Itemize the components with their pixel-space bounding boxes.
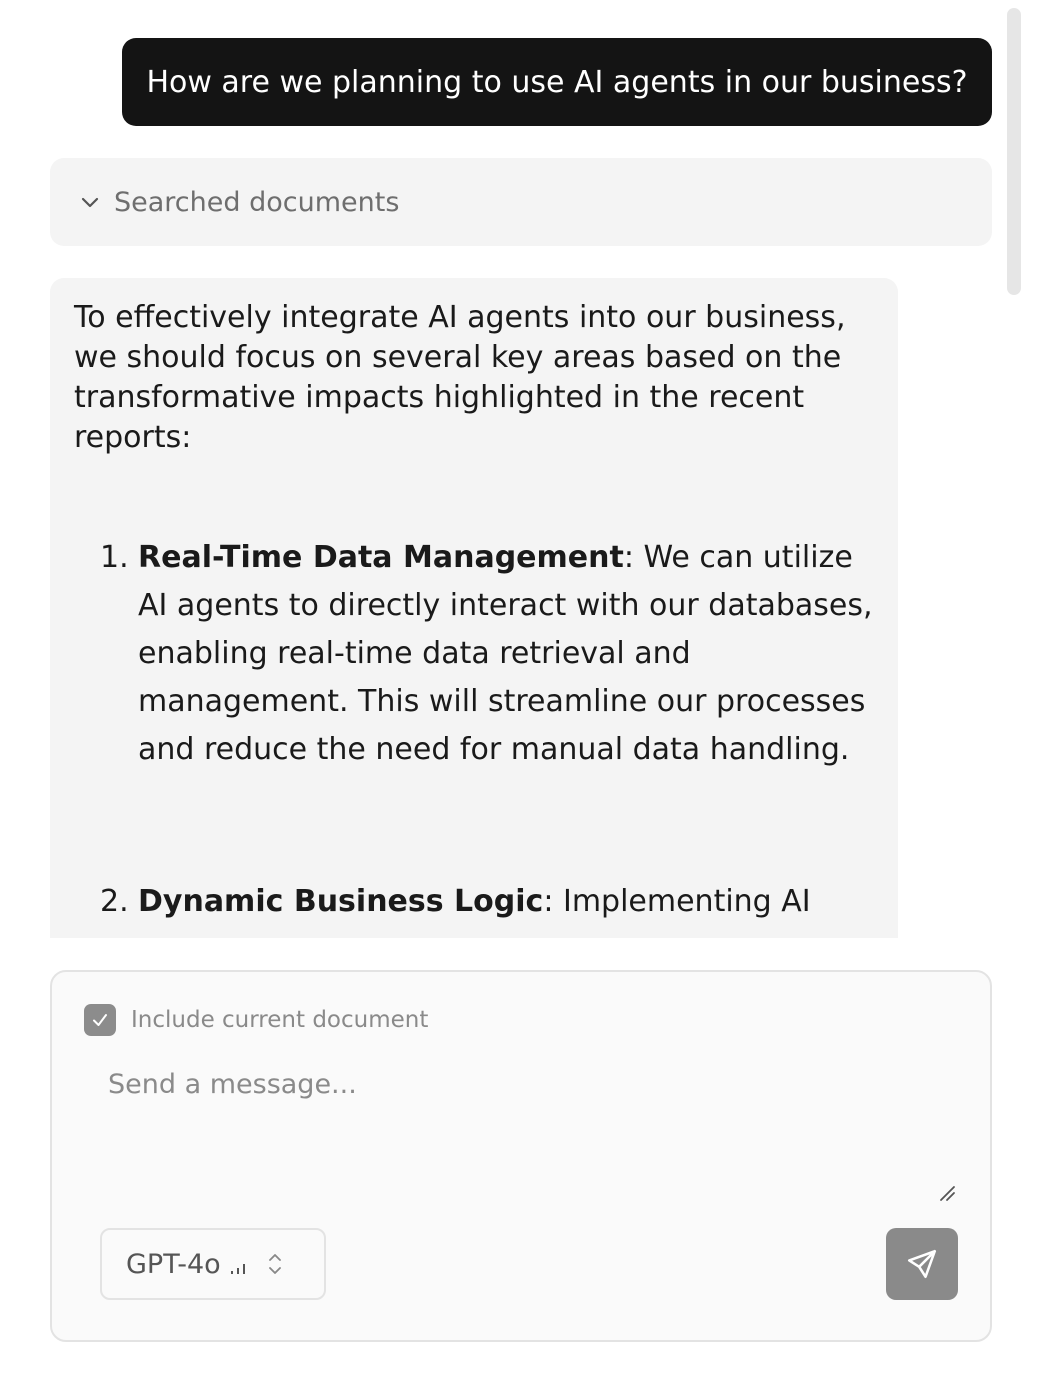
signal-bars-icon: [230, 1264, 245, 1274]
chevron-down-icon: [81, 197, 99, 208]
chevron-up-down-icon: [268, 1254, 281, 1274]
model-select-value: GPT-4o: [126, 1248, 221, 1280]
resize-handle-icon[interactable]: [938, 1184, 956, 1202]
send-button[interactable]: [886, 1228, 958, 1300]
message-composer: Include current document GPT-4o: [50, 970, 992, 1342]
list-item-title: Dynamic Business Logic: [138, 884, 544, 919]
list-number: 1.: [100, 540, 129, 575]
searched-documents-toggle[interactable]: Searched documents: [50, 158, 992, 246]
assistant-message: To effectively integrate AI agents into …: [50, 278, 898, 938]
scrollbar[interactable]: [1007, 8, 1021, 295]
list-number: 2.: [100, 884, 129, 919]
check-icon: [93, 1014, 107, 1026]
include-document-checkbox[interactable]: [84, 1004, 116, 1036]
include-document-label: Include current document: [131, 1007, 429, 1033]
include-document-option[interactable]: Include current document: [84, 1004, 428, 1036]
user-message-text: How are we planning to use AI agents in …: [146, 64, 968, 100]
user-message: How are we planning to use AI agents in …: [122, 38, 992, 126]
searched-documents-label: Searched documents: [114, 186, 400, 218]
answer-intro: To effectively integrate AI agents into …: [74, 300, 846, 455]
paper-plane-icon: [907, 1249, 937, 1279]
list-item-title: Real-Time Data Management: [138, 540, 624, 575]
list-item-text: : Implementing AI: [543, 884, 811, 919]
message-input[interactable]: [106, 1067, 960, 1201]
model-select[interactable]: GPT-4o: [100, 1228, 326, 1300]
